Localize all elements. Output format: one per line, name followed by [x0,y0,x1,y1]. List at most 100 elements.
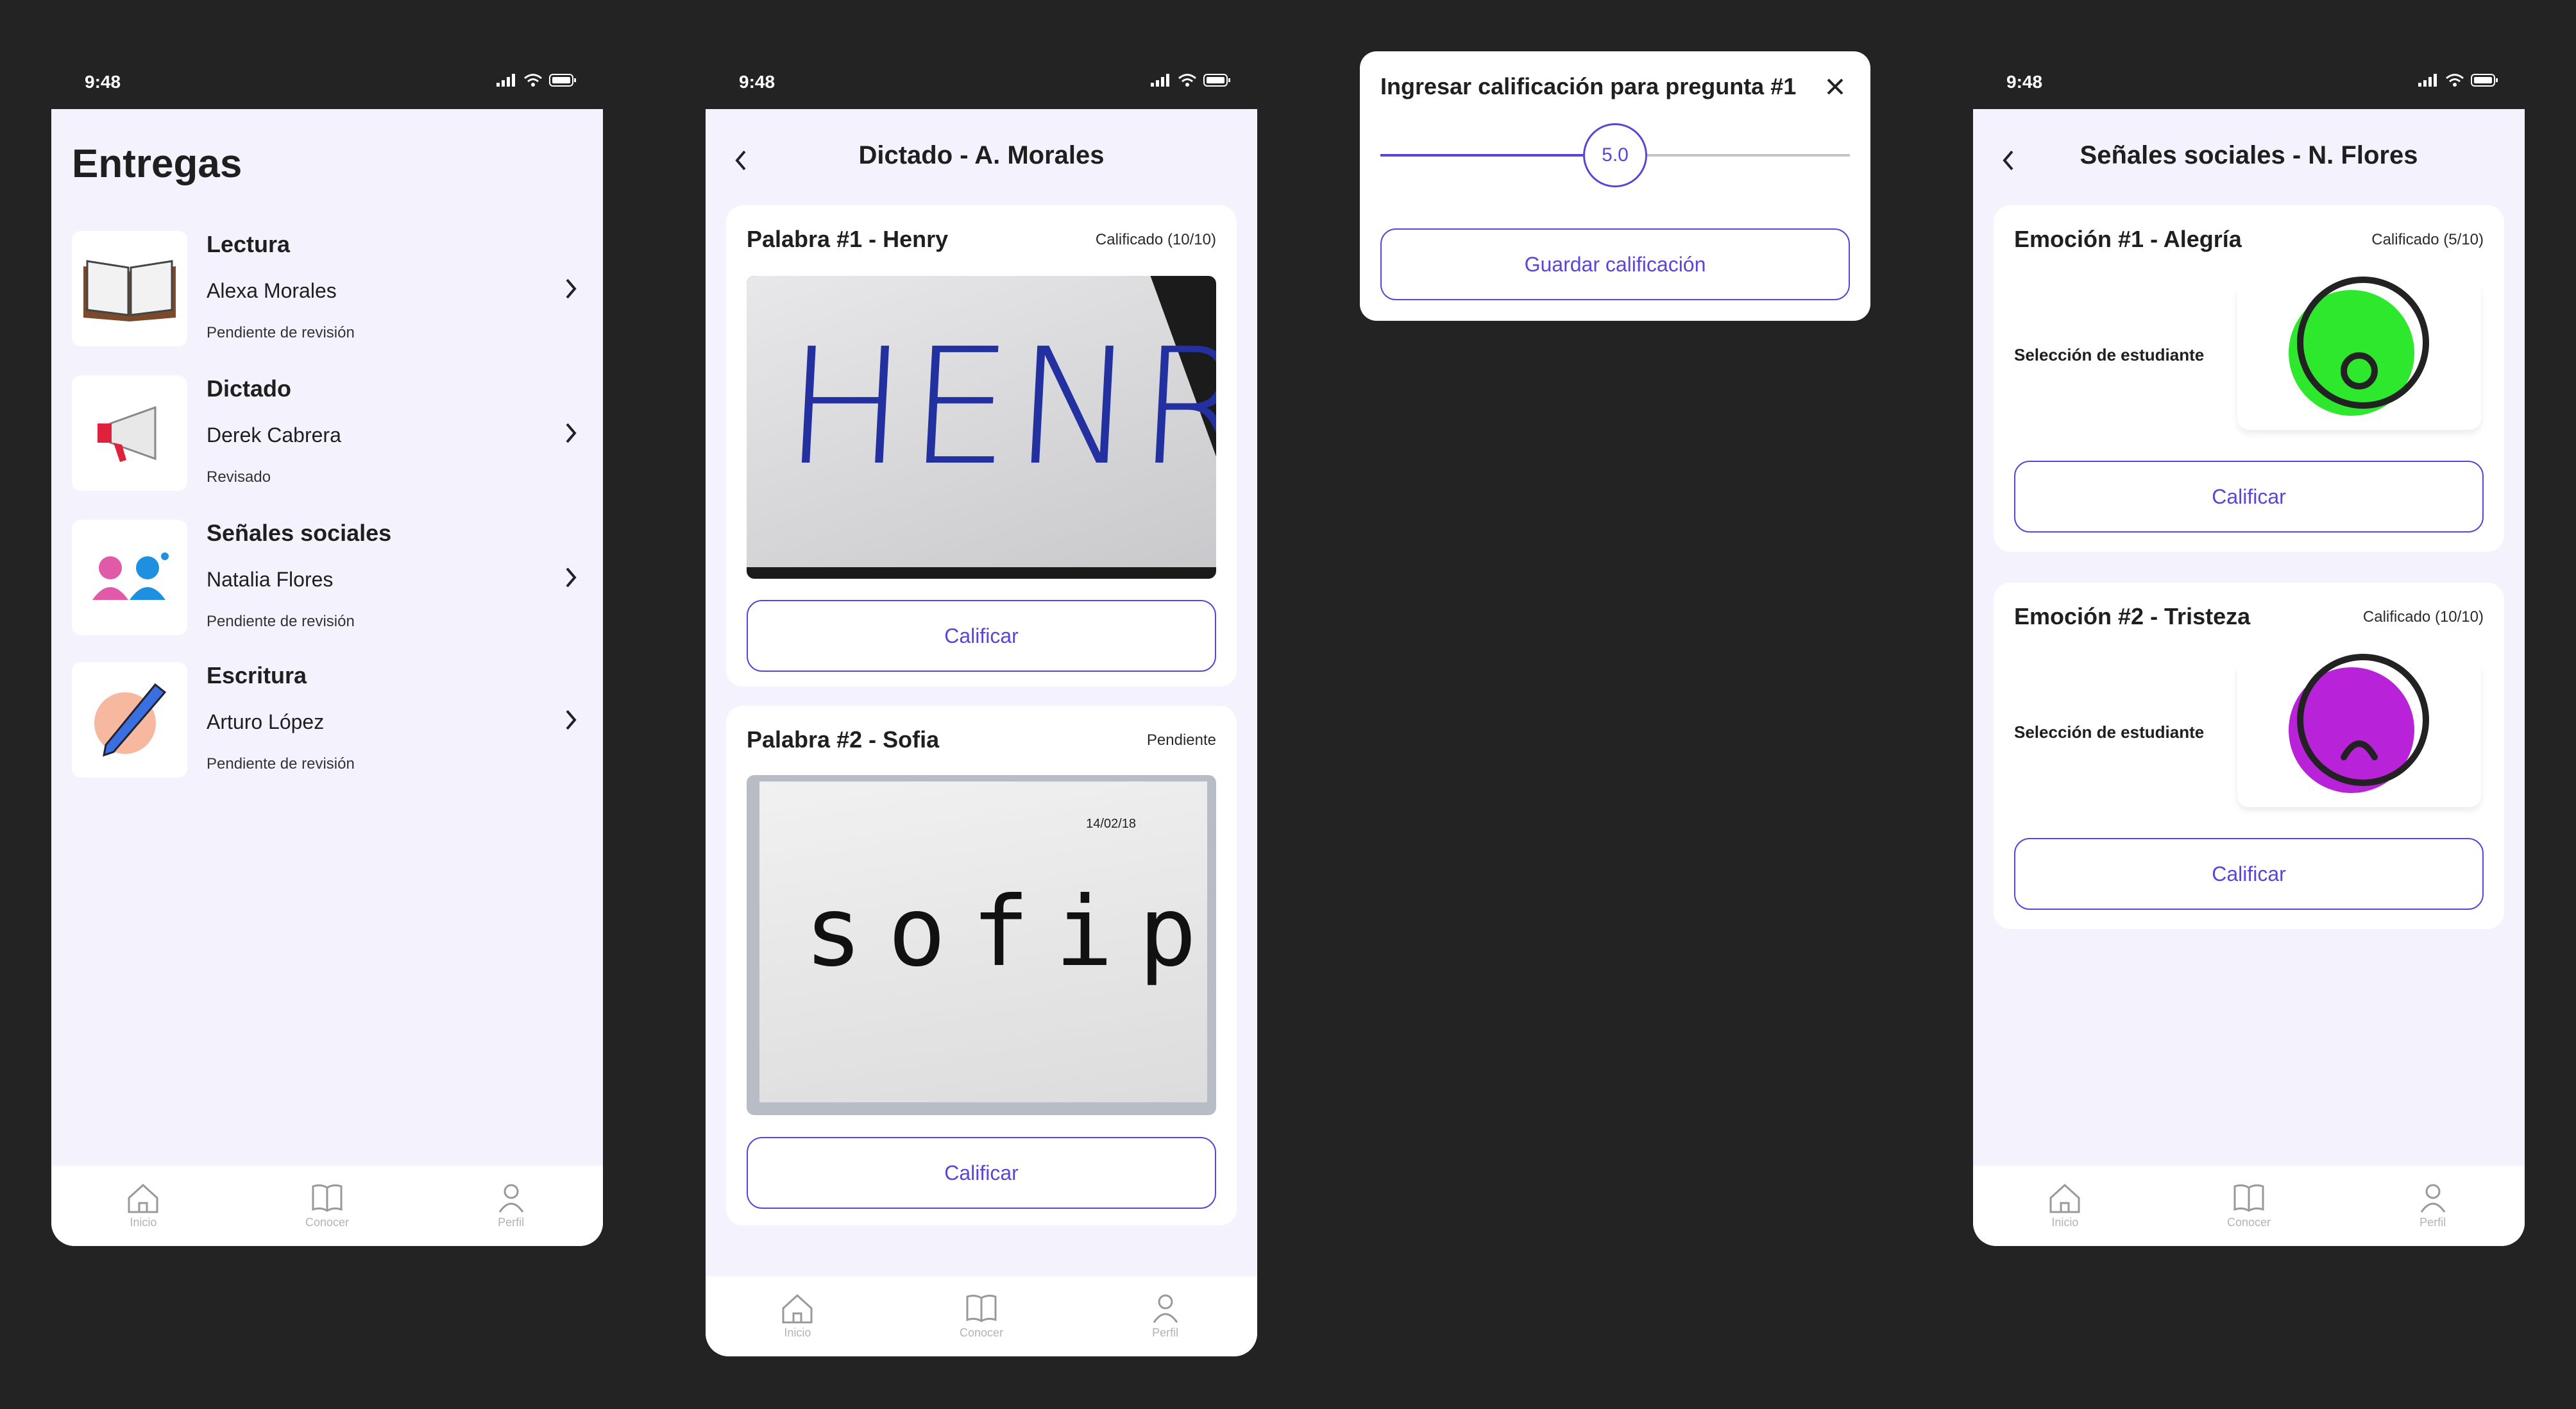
tab-inicio[interactable]: Inicio [105,1183,182,1229]
tab-conocer[interactable]: Conocer [2210,1183,2287,1229]
card-title: Palabra #1 - Henry [747,226,949,252]
status-badge: Calificado (10/10) [2362,608,2484,626]
top-bar: Señales sociales - N. Flores [1973,109,2525,212]
app-body: Señales sociales - N. Flores Emoción #1 … [1973,109,2525,1246]
battery-icon [549,74,576,87]
list-item-escritura[interactable]: Escritura Arturo López Pendiente de revi… [72,662,585,790]
modal-title: Ingresar calificación para pregunta #1 [1380,73,1797,99]
status-icons [496,73,577,87]
list-item-student: Alexa Morales [207,279,337,302]
list-item-senales-sociales[interactable]: Señales sociales Natalia Flores Pendient… [72,520,585,648]
calificar-button[interactable]: Calificar [747,600,1216,672]
calificar-button[interactable]: Calificar [2014,838,2484,910]
bottom-tab-bar: Inicio Conocer Perfil [1973,1166,2525,1246]
list-item-title: Escritura [207,662,307,688]
tab-label: Inicio [130,1216,157,1229]
close-icon [1827,78,1843,95]
list-item-title: Dictado [207,375,292,402]
emotion-card-2: Emoción #2 - Tristeza Calificado (10/10)… [1994,583,2504,929]
close-button[interactable] [1819,71,1851,103]
status-icons [1151,73,1232,87]
status-time: 9:48 [2006,72,2043,92]
list-item-title: Señales sociales [207,520,392,546]
photo-date: 14/02/18 [1086,817,1136,831]
handwritten-word: HENRY [780,314,1216,500]
emotion-card-1: Emoción #1 - Alegría Calificado (5/10) S… [1994,205,2504,552]
page-title: Señales sociales - N. Flores [2080,141,2418,169]
status-icons [2418,73,2499,87]
list-item-title: Lectura [207,231,291,257]
tab-label: Inicio [784,1326,811,1339]
selection-panel [2237,654,2481,807]
open-book-icon [312,1184,343,1212]
signal-icon [2418,74,2437,87]
calificar-button[interactable]: Calificar [747,1137,1216,1209]
grade-slider[interactable]: 5.0 [1380,123,1850,187]
card-title: Emoción #2 - Tristeza [2014,603,2251,629]
people-icon [72,520,187,635]
screen-senales-sociales: 9:48 Señales sociales - N. Flores Emoció… [1973,51,2525,1246]
tab-label: Conocer [2226,1216,2271,1229]
tab-label: Inicio [2051,1216,2079,1229]
list-item-student: Derek Cabrera [207,423,341,447]
battery-icon [1203,74,1230,87]
tab-inicio[interactable]: Inicio [2026,1183,2103,1229]
bottom-tab-bar: Inicio Conocer Perfil [706,1276,1257,1356]
selection-label: Selección de estudiante [2014,345,2205,364]
tab-conocer[interactable]: Conocer [289,1183,366,1229]
tab-label: Conocer [959,1326,1003,1339]
user-icon [1153,1294,1178,1323]
battery-icon [2471,74,2498,87]
chevron-right-icon [566,423,577,443]
card-title: Palabra #2 - Sofia [747,726,940,753]
status-bar: 9:48 [706,51,1257,109]
handwriting-photo[interactable]: HENRY [747,276,1216,579]
word-card-2: Palabra #2 - Sofia Pendiente 14/02/18 so… [726,706,1237,1225]
handwriting-photo[interactable]: 14/02/18 sofip [747,775,1216,1115]
top-bar: Dictado - A. Morales [706,109,1257,212]
status-badge: Calificado (5/10) [2371,231,2484,248]
chevron-right-icon [566,278,577,299]
chevron-right-icon [566,710,577,730]
bottom-tab-bar: Inicio Conocer Perfil [51,1166,603,1246]
list-item-status: Revisado [207,468,271,486]
guardar-calificacion-button[interactable]: Guardar calificación [1380,228,1850,300]
list-item-lectura[interactable]: Lectura Alexa Morales Pendiente de revis… [72,231,585,359]
tab-label: Perfil [1152,1326,1179,1339]
status-bar: 9:48 [1973,51,2525,109]
slider-fill [1380,154,1615,157]
chevron-right-icon [566,567,577,588]
card-title: Emoción #1 - Alegría [2014,226,2242,252]
selection-panel [2237,277,2481,430]
pencil-icon [72,662,187,778]
status-bar: 9:48 [51,51,603,109]
tab-conocer[interactable]: Conocer [943,1293,1020,1340]
status-time: 9:48 [739,72,775,92]
screen-entregas: 9:48 Entregas Lectura Alexa Morales Pend… [51,51,603,1246]
calificar-button[interactable]: Calificar [2014,461,2484,533]
sad-face-icon [2289,654,2429,793]
tab-perfil[interactable]: Perfil [2394,1183,2471,1229]
list-item-status: Pendiente de revisión [207,324,355,341]
list-item-dictado[interactable]: Dictado Derek Cabrera Revisado [72,375,585,504]
wifi-icon [1178,74,1196,87]
tab-label: Perfil [2419,1216,2446,1229]
page-title: Entregas [72,142,242,186]
home-icon [782,1294,813,1324]
signal-icon [1151,74,1169,87]
home-icon [2049,1183,2080,1213]
user-icon [2420,1184,2445,1213]
list-item-student: Arturo López [207,710,325,733]
grade-modal: Ingresar calificación para pregunta #1 5… [1360,51,1870,321]
signal-icon [496,74,515,87]
book-icon [72,231,187,346]
tab-inicio[interactable]: Inicio [759,1293,836,1340]
list-item-student: Natalia Flores [207,568,334,591]
home-icon [128,1183,158,1213]
tab-perfil[interactable]: Perfil [473,1183,550,1229]
status-badge: Pendiente [1146,731,1216,749]
slider-thumb[interactable]: 5.0 [1583,123,1647,187]
tab-perfil[interactable]: Perfil [1127,1293,1204,1340]
open-book-icon [966,1294,997,1322]
wifi-icon [2446,74,2464,87]
